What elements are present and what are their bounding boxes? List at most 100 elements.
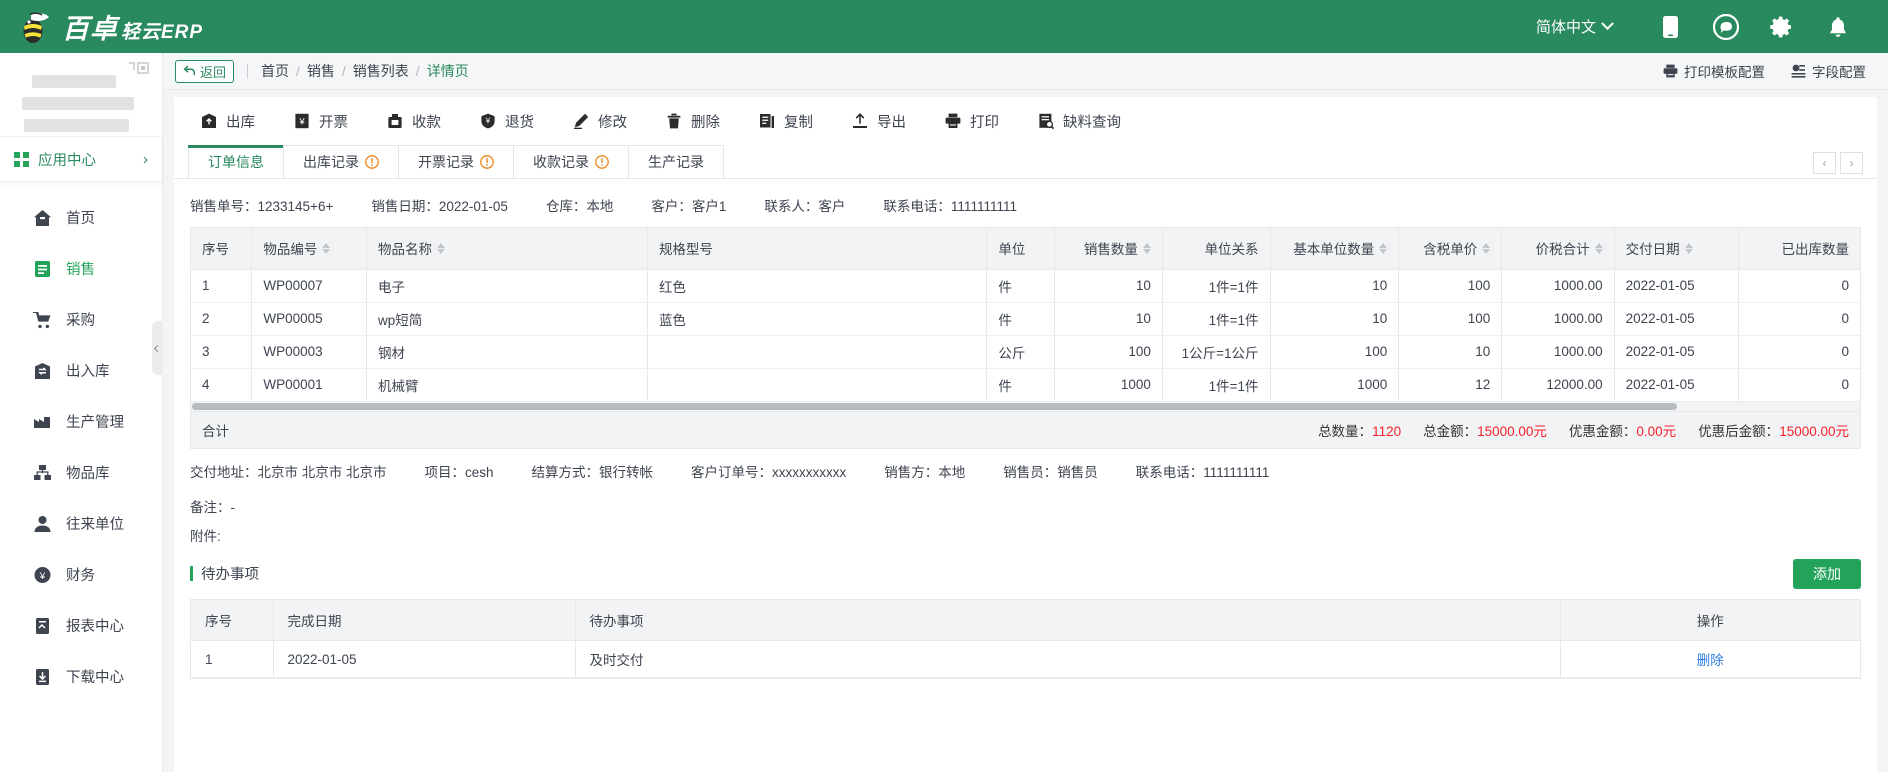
tab-next-button[interactable]: › [1840, 152, 1863, 174]
mobile-icon[interactable] [1642, 7, 1698, 47]
cell-index: 1 [191, 269, 253, 303]
table-row[interactable]: 1 WP00007 电子 红色 件 10 1件=1件 10 100 1000.0… [191, 269, 1860, 303]
add-todo-button[interactable]: 添加 [1793, 558, 1861, 589]
field-value: 本地 [586, 199, 614, 214]
todo-delete-link[interactable]: 删除 [1697, 653, 1724, 668]
toolbar-label: 缺料查询 [1063, 114, 1121, 131]
detail-panel: 出库 ¥ 开票 收款 ¥ 退货 修改 删除 复制 导出 打印 缺料查询 订单信息… [174, 97, 1877, 772]
table-horizontal-scrollbar[interactable] [190, 401, 1861, 411]
breadcrumb-item-sales[interactable]: 销售 [307, 61, 335, 81]
shortage-query-button[interactable]: 缺料查询 [1026, 111, 1148, 132]
user-role-placeholder [24, 119, 129, 132]
cell-unit: 件 [986, 302, 1056, 336]
export-icon [852, 113, 868, 129]
gear-icon[interactable] [1754, 7, 1810, 47]
total-amount-value: 15000.00元 [1477, 423, 1547, 439]
sidebar-item-items[interactable]: 物品库 [0, 447, 162, 498]
sidebar-item-sales[interactable]: 销售 [0, 243, 162, 294]
content-area: 出库 ¥ 开票 收款 ¥ 退货 修改 删除 复制 导出 打印 缺料查询 订单信息… [163, 90, 1888, 772]
shortage-query-icon [1038, 113, 1054, 129]
language-switcher[interactable]: 简体中文 [1536, 16, 1614, 37]
chat-icon[interactable] [1698, 7, 1754, 47]
col-label: 价税合计 [1535, 242, 1590, 258]
sort-icon[interactable] [437, 242, 446, 254]
items-table-container: 序号 物品编号 物品名称 规格型号 单位 销售数量 单位关系 基本单位数量 含税… [190, 227, 1861, 402]
field-value: 北京市 北京市 北京市 [257, 464, 387, 480]
toolbar-label: 收款 [412, 114, 441, 131]
outbound-button[interactable]: 出库 [188, 111, 282, 132]
scrollbar-thumb[interactable] [192, 402, 1678, 410]
field-value: cesh [465, 464, 494, 480]
col-item-code[interactable]: 物品编号 [251, 228, 368, 270]
sort-icon[interactable] [1684, 242, 1693, 254]
invoice-button[interactable]: ¥ 开票 [282, 111, 375, 132]
total-amount: 总金额：15000.00元 [1423, 420, 1547, 440]
sidebar-item-production[interactable]: 生产管理 [0, 396, 162, 447]
sidebar-item-report[interactable]: 报表中心 [0, 600, 162, 651]
tab-invoice-records[interactable]: 开票记录 [398, 145, 514, 178]
col-tax-price[interactable]: 含税单价 [1398, 228, 1503, 270]
home-icon [33, 209, 52, 227]
sidebar-collapse-handle[interactable] [152, 321, 163, 375]
col-delivery-date[interactable]: 交付日期 [1614, 228, 1739, 270]
col-item-name[interactable]: 物品名称 [366, 228, 648, 270]
tab-payment-records[interactable]: 收款记录 [513, 145, 629, 178]
svg-text:¥: ¥ [39, 571, 46, 582]
field-value: 1233145+6+ [257, 199, 334, 214]
cell-base-qty: 1000 [1270, 368, 1400, 402]
tab-outbound-records[interactable]: 出库记录 [283, 145, 399, 178]
total-quantity-value: 1120 [1372, 423, 1402, 439]
cell-base-qty: 10 [1270, 269, 1400, 303]
col-tax-total[interactable]: 价税合计 [1501, 228, 1615, 270]
items-table-header-row: 序号 物品编号 物品名称 规格型号 单位 销售数量 单位关系 基本单位数量 含税… [191, 228, 1860, 270]
col-base-qty[interactable]: 基本单位数量 [1270, 228, 1400, 270]
cell-item-code: WP00005 [251, 302, 368, 336]
field-value: 1111111111 [1203, 464, 1270, 480]
sidebar-item-purchase[interactable]: 采购 [0, 294, 162, 345]
todo-section-title: 待办事项 [201, 567, 259, 583]
sort-icon[interactable] [1142, 242, 1151, 254]
bell-icon[interactable] [1810, 7, 1866, 47]
sort-icon[interactable] [322, 242, 331, 254]
field-label: 项目： [424, 464, 466, 480]
sidebar-item-home[interactable]: 首页 [0, 192, 162, 243]
tab-prev-button[interactable]: ‹ [1813, 152, 1836, 174]
edit-button[interactable]: 修改 [561, 111, 654, 132]
invoice-icon: ¥ [294, 113, 310, 129]
copy-button[interactable]: 复制 [747, 111, 840, 132]
receive-payment-button[interactable]: 收款 [375, 111, 468, 132]
cell-spec: 红色 [647, 269, 988, 303]
return-goods-button[interactable]: ¥ 退货 [468, 111, 561, 132]
table-row[interactable]: 2 WP00005 wp短简 蓝色 件 10 1件=1件 10 100 1000… [191, 302, 1860, 336]
detail-field-customer-order-no: 客户订单号：xxxxxxxxxxx [691, 461, 846, 481]
sort-icon[interactable] [1594, 242, 1603, 254]
toolbar-label: 出库 [226, 114, 255, 131]
sidebar-item-contacts[interactable]: 往来单位 [0, 498, 162, 549]
sidebar-item-download[interactable]: 下载中心 [0, 651, 162, 702]
totals-row: 合计 总数量：1120 总金额：15000.00元 优惠金额：0.00元 优惠后… [190, 410, 1861, 449]
total-quantity-label: 总数量： [1318, 423, 1373, 439]
tab-production-records[interactable]: 生产记录 [628, 145, 724, 178]
back-button[interactable]: 返回 [175, 59, 235, 83]
print-template-config-button[interactable]: 打印模板配置 [1663, 61, 1765, 81]
toolbar-label: 修改 [598, 114, 627, 131]
delete-button[interactable]: 删除 [654, 111, 747, 132]
table-row[interactable]: 3 WP00003 钢材 公斤 100 1公斤=1公斤 100 10 1000.… [191, 335, 1860, 369]
tab-order-info[interactable]: 订单信息 [188, 145, 284, 178]
cell-item-name: 钢材 [366, 335, 648, 369]
sort-icon[interactable] [1482, 242, 1491, 254]
expand-corner-icon[interactable] [128, 61, 150, 77]
sort-icon[interactable] [1379, 242, 1388, 254]
print-button[interactable]: 打印 [933, 111, 1026, 132]
sidebar-item-finance[interactable]: ¥ 财务 [0, 549, 162, 600]
export-button[interactable]: 导出 [840, 111, 933, 132]
sidebar-item-warehouse[interactable]: 出入库 [0, 345, 162, 396]
breadcrumb-item-home[interactable]: 首页 [261, 61, 289, 81]
col-sale-qty[interactable]: 销售数量 [1054, 228, 1163, 270]
table-row[interactable]: 4 WP00001 机械臂 件 1000 1件=1件 1000 12 12000… [191, 368, 1860, 402]
breadcrumb-item-sales-list[interactable]: 销售列表 [353, 61, 409, 81]
field-config-button[interactable]: 字段配置 [1791, 61, 1866, 81]
sidebar-app-center[interactable]: 应用中心 › [0, 136, 162, 182]
cell-shipped-qty: 0 [1738, 302, 1860, 336]
cell-sale-qty: 10 [1054, 302, 1163, 336]
